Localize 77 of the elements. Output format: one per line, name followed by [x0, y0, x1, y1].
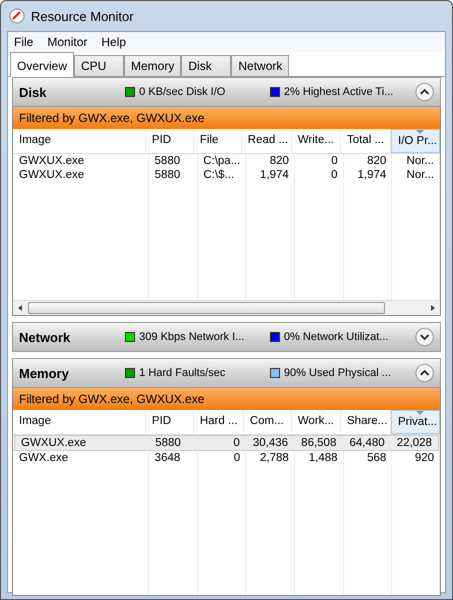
table-cell-text: 820	[268, 154, 290, 168]
table-cell-text: 1,974	[259, 168, 290, 182]
table-cell-text: 22,028	[396, 436, 433, 450]
window-title: Resource Monitor	[31, 8, 134, 24]
tab[interactable]: Overview	[10, 52, 74, 77]
table-cell-text: 1,488	[308, 451, 339, 465]
table-cell-text: 0	[330, 154, 339, 168]
legend-label: 90% Used Physical ...	[284, 367, 391, 379]
legend-label: 0% Network Utilizat...	[284, 331, 388, 343]
table-cell-text: 920	[414, 451, 436, 465]
legend-label: 0 KB/sec Disk I/O	[139, 86, 226, 98]
legend-label: 309 Kbps Network I...	[139, 331, 244, 343]
column-header[interactable]: PID	[146, 129, 194, 153]
scrollbar-thumb[interactable]	[28, 302, 385, 314]
chevron-icon[interactable]	[414, 363, 434, 383]
column-header[interactable]: I/O Pr...	[391, 129, 440, 153]
column-header[interactable]: Com...	[244, 410, 292, 434]
column-header[interactable]: Hard ...	[194, 410, 244, 434]
table-cell-text: 64,480	[348, 436, 386, 450]
tab[interactable]: Disk	[181, 55, 232, 76]
table-cell-text: GWXUX.exe	[18, 154, 86, 168]
table-cell-text: 5880	[154, 154, 182, 168]
table-row[interactable]: GWXUX.exe 5880 C:\$... 1,974 0 1,974 Nor...	[13, 168, 440, 182]
table-cell-text: GWX.exe	[18, 451, 70, 465]
tab[interactable]: CPU	[74, 55, 124, 76]
table-cell-text: 0	[232, 451, 242, 465]
legend-label: 2% Highest Active Ti...	[284, 86, 394, 98]
table-cell-text: GWXUX.exe	[20, 436, 88, 450]
table-cell-text: 2,788	[259, 451, 290, 465]
column-header[interactable]: Image	[13, 129, 146, 153]
column-header[interactable]: PID	[146, 410, 194, 434]
column-header[interactable]: Privat...	[391, 410, 440, 434]
scroll-right-icon[interactable]	[429, 304, 437, 312]
table-cell-text: 0	[330, 168, 339, 182]
column-header[interactable]: Write...	[292, 129, 341, 153]
section-title: Disk	[19, 84, 48, 100]
menu-item[interactable]: Help	[101, 35, 126, 49]
column-header[interactable]: Read ...	[242, 129, 292, 153]
table-cell-text: 820	[366, 154, 388, 168]
table-cell-text: 3648	[154, 451, 182, 465]
legend-label: 1 Hard Faults/sec	[139, 367, 226, 379]
gauge-icon	[9, 8, 25, 24]
horizontal-scrollbar[interactable]	[13, 300, 440, 315]
column-header[interactable]: Work...	[292, 410, 341, 434]
table-cell-text: Nor...	[406, 168, 436, 182]
table-cell-text: Nor...	[406, 154, 435, 168]
table-cell-text: 1,974	[356, 168, 388, 182]
menu-item[interactable]: File	[14, 35, 34, 49]
table-row[interactable]: GWXUX.exe 5880 C:\pa... 820 0 820 Nor...	[13, 154, 440, 168]
section-header[interactable]: Disk 0 KB/sec Disk I/O 2% Highest Active Ti...	[12, 77, 441, 107]
sort-arrow-icon	[416, 130, 424, 134]
section-title: Network	[19, 330, 72, 344]
tab[interactable]: Network	[231, 55, 290, 76]
table-cell-text: C:\$...	[202, 168, 236, 182]
chevron-icon[interactable]	[414, 82, 434, 102]
table-cell-text: 5880	[154, 436, 182, 450]
table-cell-text: 86,508	[300, 436, 338, 450]
column-header[interactable]: Image	[13, 410, 146, 434]
filter-banner: Filtered by GWX.exe, GWXUX.exe	[13, 388, 440, 410]
table-cell-text: 30,436	[252, 436, 290, 450]
column-header[interactable]: File	[194, 129, 242, 153]
table-cell-text: 0	[232, 436, 241, 450]
sort-arrow-icon	[416, 411, 424, 415]
table-row[interactable]: GWX.exe 3648 0 2,788 1,488 568 920	[13, 451, 440, 465]
section-header[interactable]: Network 309 Kbps Network I... 0% Network Utilizat...	[12, 322, 441, 352]
chevron-icon[interactable]	[414, 327, 434, 347]
menu-item[interactable]: Monitor	[47, 35, 88, 49]
table-row[interactable]: GWXUX.exe 5880 0 30,436 86,508 64,480 22,028	[14, 435, 439, 451]
table-cell-text: 568	[366, 451, 388, 465]
table-cell-text: C:\pa...	[202, 154, 242, 168]
filter-banner: Filtered by GWX.exe, GWXUX.exe	[13, 107, 440, 129]
table-cell-text: GWXUX.exe	[18, 168, 86, 182]
section-header[interactable]: Memory 1 Hard Faults/sec 90% Used Physical ...	[12, 358, 441, 388]
section-title: Memory	[19, 366, 70, 380]
tab[interactable]: Memory	[124, 55, 182, 76]
table-cell-text: 5880	[154, 168, 182, 182]
scroll-left-icon[interactable]	[16, 304, 24, 312]
